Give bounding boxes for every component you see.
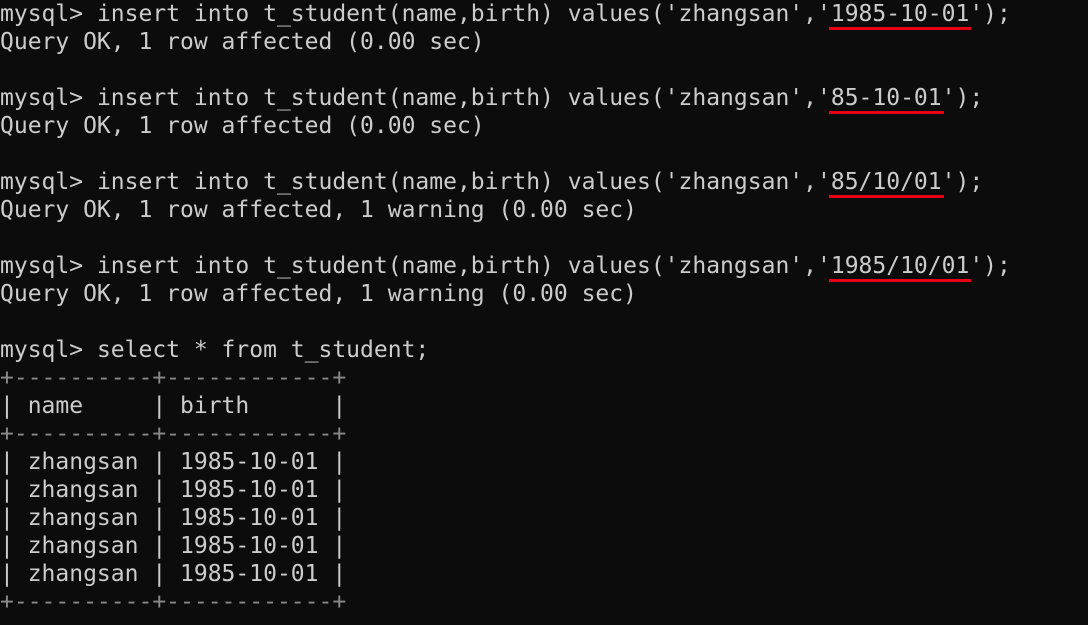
table-row: | zhangsan | 1985-10-01 | [0, 505, 347, 531]
command-line: mysql> select * from t_student; [0, 336, 1088, 364]
table-row: | zhangsan | 1985-10-01 | [0, 477, 347, 503]
prompt: mysql> [0, 169, 97, 195]
query-result: Query OK, 1 row affected (0.00 sec) [0, 29, 485, 55]
highlighted-date-value: 85/10/01 [828, 169, 944, 198]
table-row: | zhangsan | 1985-10-01 | [0, 533, 347, 559]
highlighted-date-value: 1985/10/01 [828, 253, 972, 282]
command-text: insert into t_student(name,birth) values… [96, 85, 831, 111]
query-result: Query OK, 1 row affected, 1 warning (0.0… [0, 281, 637, 307]
table-border-top: +----------+------------+ [0, 365, 347, 391]
command-text-end: '); [941, 169, 984, 195]
command-text-end: '); [969, 253, 1011, 279]
highlighted-date-value: 1985-10-01 [828, 1, 972, 30]
command-text: insert into t_student(name,birth) values… [96, 169, 831, 195]
prompt: mysql> [0, 253, 97, 279]
query-result: Query OK, 1 row affected, 1 warning (0.0… [0, 197, 637, 223]
prompt: mysql> [0, 337, 97, 363]
table-border-bottom: +----------+------------+ [0, 589, 347, 615]
prompt: mysql> [0, 85, 97, 111]
command-text: insert into t_student(name,birth) values… [96, 1, 831, 27]
command-text-end: '); [969, 1, 1011, 27]
command-text-end: '); [941, 85, 984, 111]
query-result: Query OK, 1 row affected (0.00 sec) [0, 113, 485, 139]
highlighted-date-value: 85-10-01 [828, 85, 944, 114]
command-line: mysql> insert into t_student(name,birth)… [0, 0, 1088, 30]
prompt: mysql> [0, 1, 97, 27]
command-text: insert into t_student(name,birth) values… [96, 253, 831, 279]
result-table: +----------+------------+ | name | birth… [0, 364, 1088, 616]
table-header: | name | birth | [0, 393, 347, 419]
terminal-window[interactable]: mysql> insert into t_student(name,birth)… [0, 0, 1088, 625]
command-text: select * from t_student; [96, 337, 430, 363]
command-line: mysql> insert into t_student(name,birth)… [0, 252, 1088, 282]
command-line: mysql> insert into t_student(name,birth)… [0, 168, 1088, 198]
table-row: | zhangsan | 1985-10-01 | [0, 449, 347, 475]
table-border-mid: +----------+------------+ [0, 421, 347, 447]
table-row: | zhangsan | 1985-10-01 | [0, 561, 347, 587]
command-line: mysql> insert into t_student(name,birth)… [0, 84, 1088, 114]
